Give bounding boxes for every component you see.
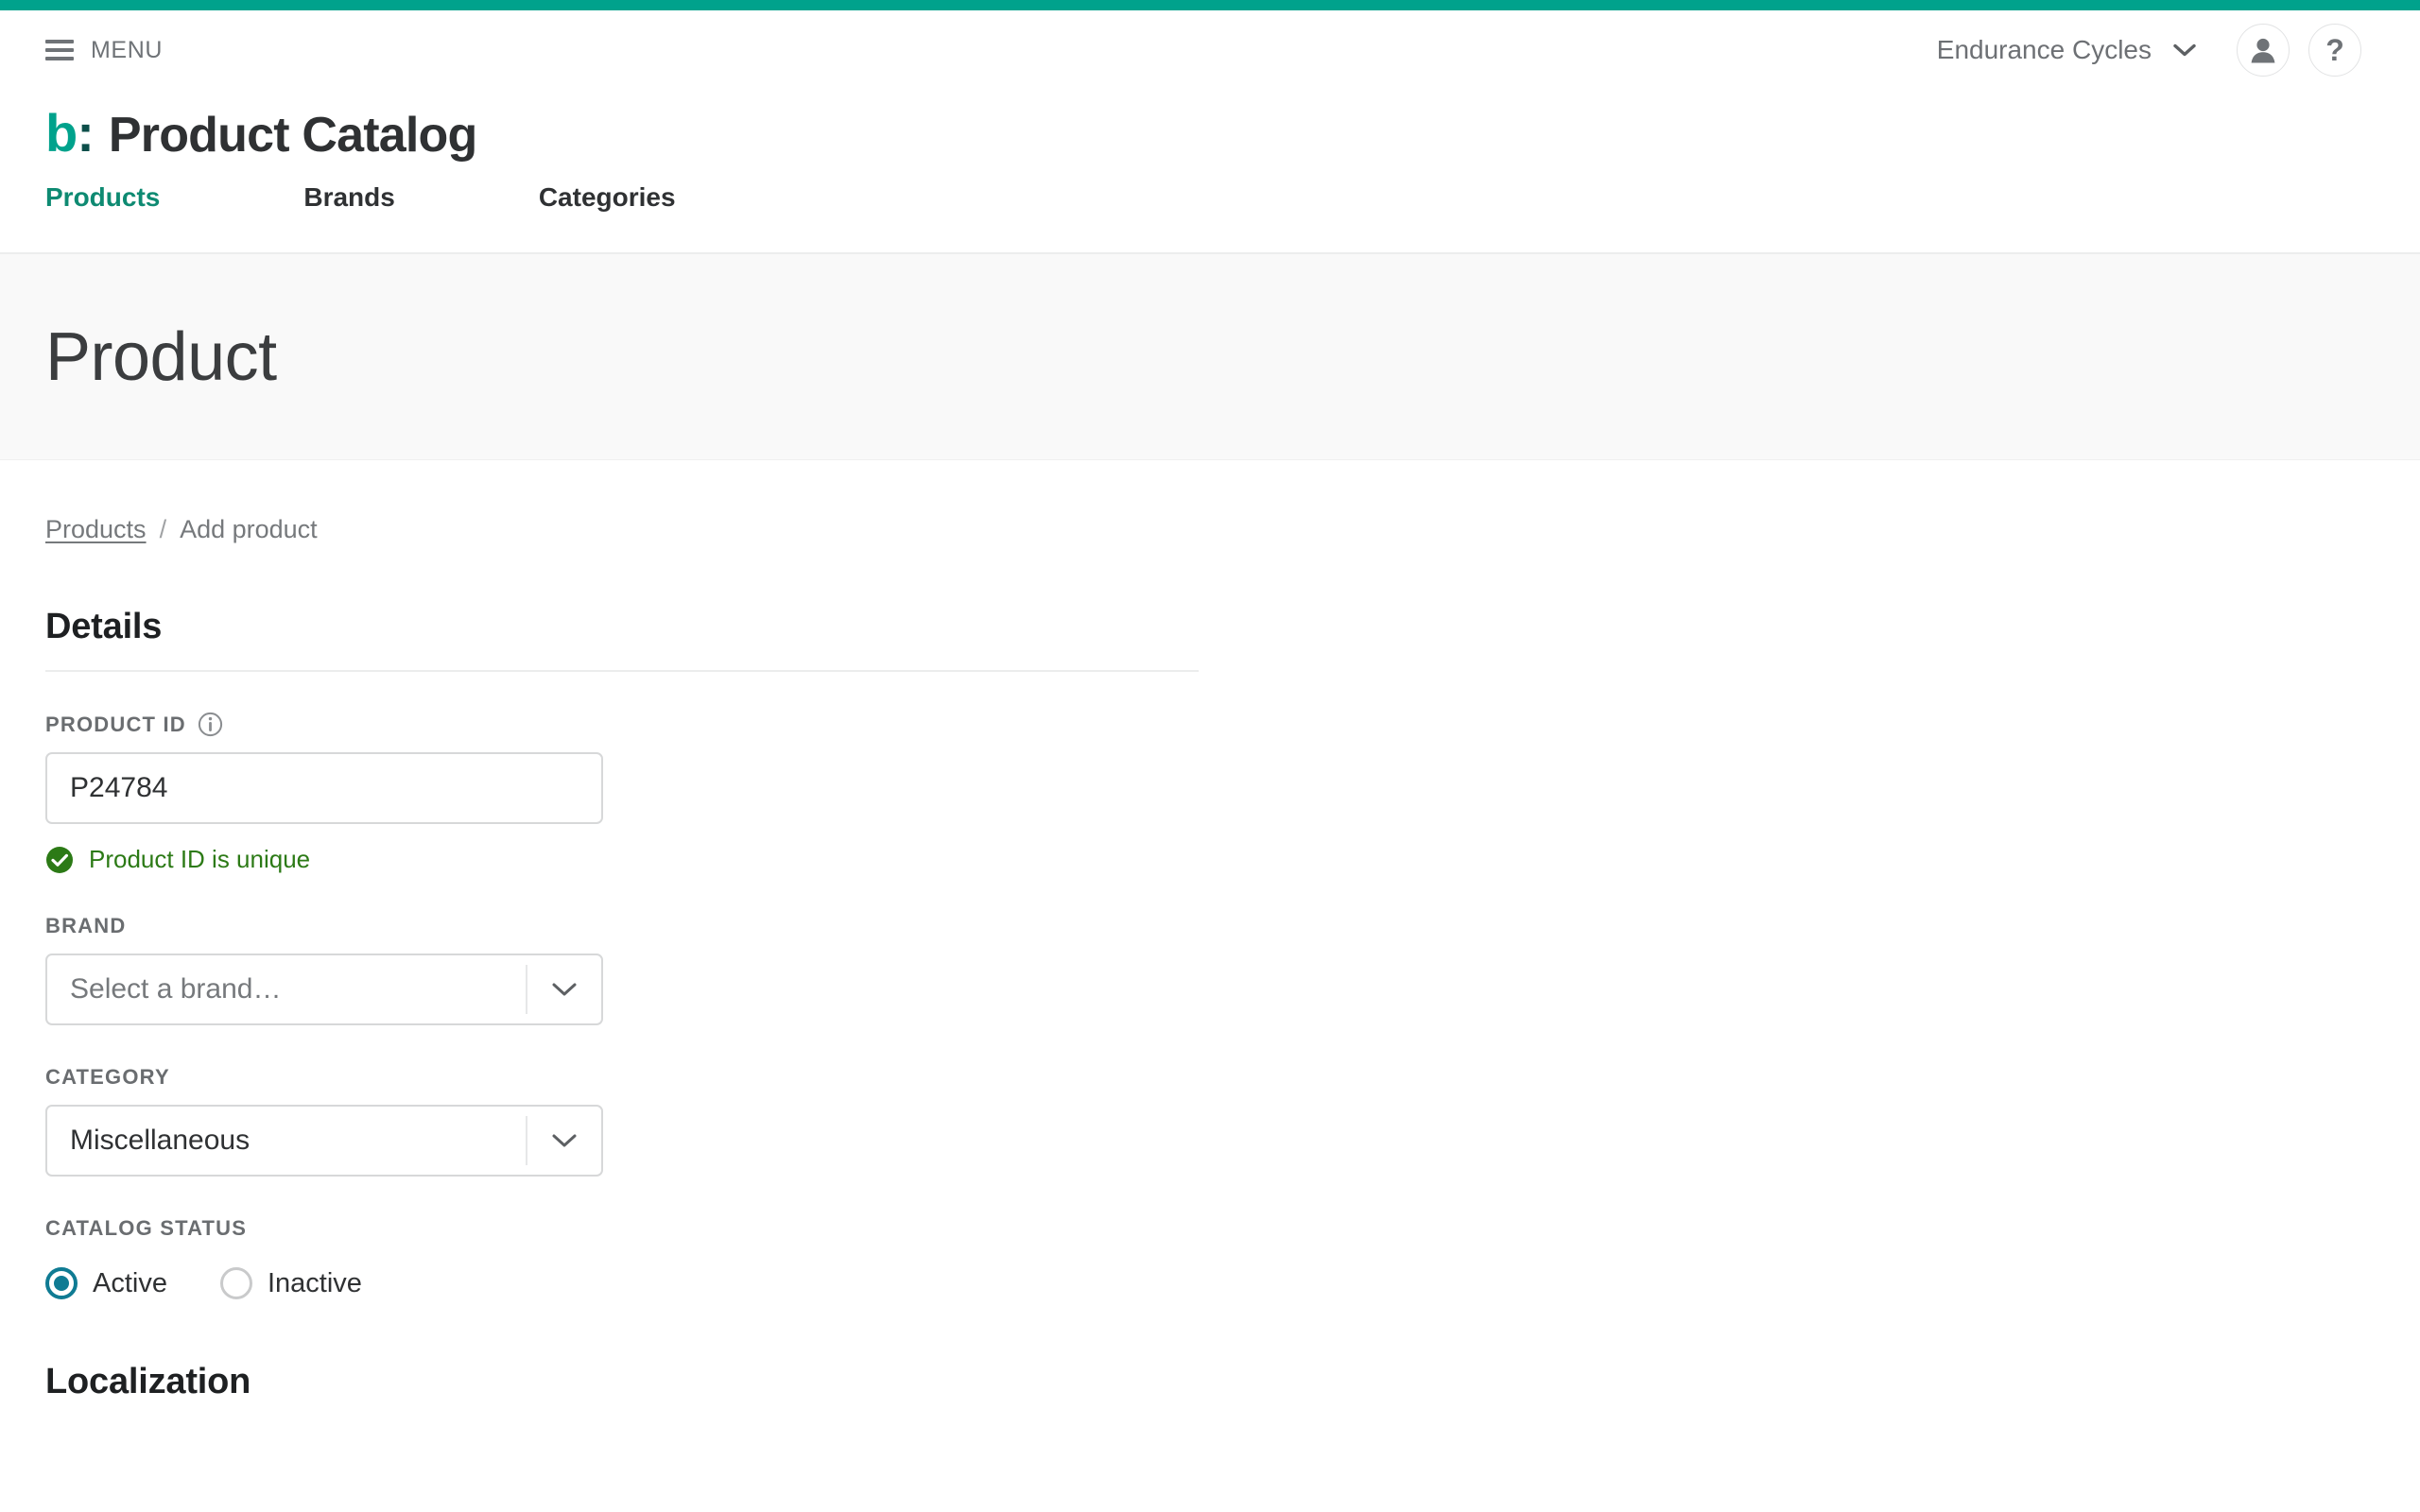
info-circle-icon[interactable] [198, 712, 223, 737]
product-form: Details PRODUCT ID Product ID is unique … [45, 607, 1199, 1402]
radio-active-dot [54, 1276, 69, 1291]
main-content: Details PRODUCT ID Product ID is unique … [0, 607, 2420, 1402]
help-button[interactable]: ? [2308, 24, 2361, 77]
brand-label-row: BRAND [45, 914, 1199, 938]
app-branding: b: Product Catalog [0, 90, 2420, 182]
catalog-status-radio-group: Active Inactive [45, 1267, 1199, 1299]
brand-label: BRAND [45, 914, 127, 937]
brand-select-value: Select a brand… [70, 973, 282, 1005]
brand-select[interactable]: Select a brand… [45, 954, 603, 1025]
org-name-label: Endurance Cycles [1936, 35, 2152, 64]
product-id-label: PRODUCT ID [45, 712, 186, 736]
logo-letter-b: b [45, 103, 78, 163]
localization-section-heading: Localization [45, 1362, 251, 1401]
product-id-validation: Product ID is unique [45, 845, 1199, 874]
catalog-status-label: CATALOG STATUS [45, 1216, 248, 1240]
radio-option-active[interactable]: Active [45, 1267, 167, 1299]
menu-button[interactable]: MENU [45, 37, 163, 64]
check-circle-icon [46, 846, 73, 873]
catalog-status-label-row: CATALOG STATUS [45, 1216, 1199, 1241]
tab-products[interactable]: Products [45, 182, 160, 213]
product-id-label-row: PRODUCT ID [45, 712, 1199, 737]
category-label-row: CATEGORY [45, 1065, 1199, 1090]
breadcrumb-link-products[interactable]: Products [45, 515, 147, 544]
radio-inactive-control[interactable] [219, 1267, 252, 1299]
hamburger-icon [45, 40, 74, 60]
tab-brands[interactable]: Brands [303, 182, 394, 213]
chevron-down-icon [2173, 43, 2196, 57]
product-id-input[interactable] [47, 754, 601, 822]
radio-option-inactive[interactable]: Inactive [219, 1267, 362, 1299]
app-title: Product Catalog [108, 108, 477, 163]
org-switcher[interactable]: Endurance Cycles [1937, 35, 2197, 65]
menu-button-label: MENU [91, 36, 164, 63]
top-accent-bar [0, 0, 2420, 10]
details-section-divider [45, 670, 1199, 672]
category-select[interactable]: Miscellaneous [45, 1105, 603, 1177]
radio-active-control[interactable] [45, 1267, 78, 1299]
primary-tab-bar: Products Brands Categories [0, 182, 2420, 254]
radio-inactive-label: Inactive [267, 1267, 362, 1298]
breadcrumb-separator: / [159, 515, 167, 543]
page-hero-banner: Product [0, 254, 2420, 460]
utility-header: MENU Endurance Cycles ? [0, 10, 2420, 90]
category-select-value: Miscellaneous [70, 1125, 251, 1156]
tab-categories[interactable]: Categories [539, 182, 676, 213]
chevron-down-icon [552, 983, 577, 996]
product-id-validation-text: Product ID is unique [89, 845, 311, 873]
chevron-down-icon [552, 1134, 577, 1147]
logo-colon: : [77, 103, 95, 163]
user-avatar-icon [2251, 38, 2275, 63]
brand-select-arrow[interactable] [527, 955, 601, 1023]
app-logo[interactable]: b: [45, 107, 95, 160]
page-title: Product [45, 318, 277, 395]
category-select-arrow[interactable] [527, 1107, 601, 1175]
category-label: CATEGORY [45, 1065, 170, 1089]
product-id-field[interactable] [45, 752, 603, 824]
details-section-heading: Details [45, 607, 163, 646]
question-mark-icon: ? [2325, 33, 2344, 67]
breadcrumb-current: Add product [180, 515, 318, 543]
account-button[interactable] [2237, 24, 2290, 77]
breadcrumb: Products / Add product [0, 460, 2420, 544]
radio-active-label: Active [93, 1267, 167, 1298]
